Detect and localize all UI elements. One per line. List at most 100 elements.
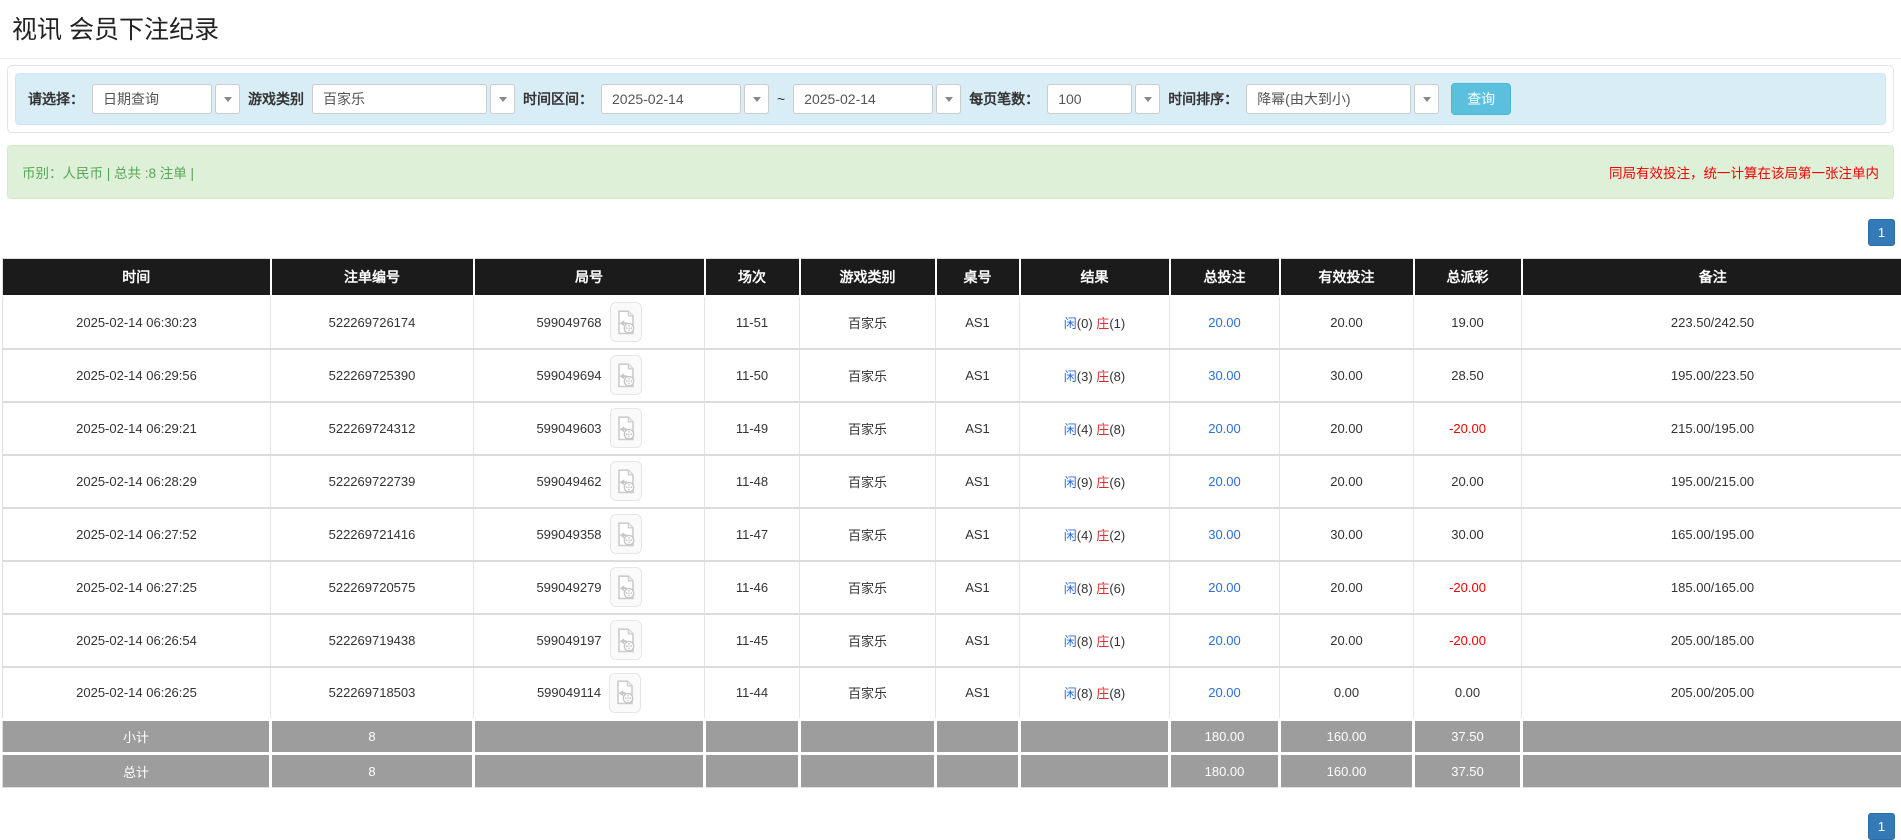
video-record-icon xyxy=(617,521,634,546)
total-bet-link[interactable]: 20.00 xyxy=(1208,685,1241,700)
cell-table-no: AS1 xyxy=(935,454,1020,509)
game-type-value[interactable]: 百家乐 xyxy=(312,84,487,114)
cell-session: 11-46 xyxy=(704,560,800,615)
video-record-button[interactable] xyxy=(609,461,642,501)
page-1-button[interactable]: 1 xyxy=(1868,219,1895,246)
date-to-dropdown-button[interactable] xyxy=(936,84,962,114)
chevron-down-icon xyxy=(498,96,507,102)
cell-remark: 215.00/195.00 xyxy=(1521,401,1901,456)
video-record-icon xyxy=(617,309,634,334)
cell-game-type: 百家乐 xyxy=(799,560,936,615)
subtotal-row: 小计 8 180.00 160.00 37.50 xyxy=(2,718,1901,754)
page-size-value[interactable]: 100 xyxy=(1047,84,1133,114)
result-player-label: 闲 xyxy=(1063,580,1077,596)
round-no-wrap: 599049114 xyxy=(474,672,704,713)
video-record-button[interactable] xyxy=(609,302,642,342)
result-banker-label: 庄 xyxy=(1096,580,1110,596)
video-record-button[interactable] xyxy=(609,672,642,713)
payout-value: 30.00 xyxy=(1451,526,1484,542)
result-player-label: 闲 xyxy=(1063,368,1077,384)
cell-time: 2025-02-14 06:27:25 xyxy=(2,560,271,615)
table-row: 2025-02-14 06:29:21 522269724312 599049603… xyxy=(2,401,1901,456)
date-to-value[interactable]: 2025-02-14 xyxy=(793,84,934,114)
page-size-dropdown-button[interactable] xyxy=(1135,84,1161,114)
time-sort-dropdown-button[interactable] xyxy=(1414,84,1440,114)
pagination-top: 1 xyxy=(6,219,1895,246)
total-bet-link[interactable]: 20.00 xyxy=(1208,474,1241,489)
total-bet-link[interactable]: 20.00 xyxy=(1208,315,1241,330)
total-bet-link[interactable]: 30.00 xyxy=(1208,527,1241,542)
result-banker-label: 庄 xyxy=(1096,686,1110,702)
cell-table-no: AS1 xyxy=(935,295,1020,350)
cell-table-no: AS1 xyxy=(935,560,1020,615)
col-header-round-no: 局号 xyxy=(472,258,705,297)
cell-session: 11-51 xyxy=(704,295,800,350)
total-bet-link[interactable]: 20.00 xyxy=(1208,421,1241,436)
cell-total-bet: 20.00 xyxy=(1169,666,1280,721)
filter-bar: 请选择： 日期查询 游戏类别 百家乐 时间区间： 2025-02-14 ~ 20… xyxy=(15,73,1886,125)
cell-game-type: 百家乐 xyxy=(799,613,936,668)
table-row: 2025-02-14 06:26:54 522269719438 599049197… xyxy=(2,613,1901,668)
cell-table-no: AS1 xyxy=(935,348,1020,403)
cell-result: 闲(4) 庄(2) xyxy=(1019,507,1170,562)
game-type-select[interactable]: 百家乐 xyxy=(312,84,515,114)
video-record-button[interactable] xyxy=(609,408,642,448)
total-bet-link[interactable]: 30.00 xyxy=(1208,368,1241,383)
chevron-down-icon xyxy=(223,96,232,102)
cell-table-no: AS1 xyxy=(935,401,1020,456)
time-sort-value[interactable]: 降幂(由大到小) xyxy=(1246,84,1412,114)
video-record-button[interactable] xyxy=(609,620,642,660)
subtotal-remark xyxy=(1520,718,1901,754)
video-record-button[interactable] xyxy=(609,567,642,607)
cell-game-type: 百家乐 xyxy=(799,507,936,562)
cell-session: 11-47 xyxy=(704,507,800,562)
cell-remark: 205.00/205.00 xyxy=(1521,666,1901,721)
result-banker-label: 庄 xyxy=(1096,315,1110,331)
search-button[interactable]: 查询 xyxy=(1451,83,1512,115)
subtotal-session xyxy=(703,718,800,754)
query-type-dropdown-button[interactable] xyxy=(215,84,240,114)
total-round-no xyxy=(472,752,705,788)
date-from-value[interactable]: 2025-02-14 xyxy=(601,84,741,114)
round-no-wrap: 599049694 xyxy=(474,355,704,395)
result-player-value: (3) xyxy=(1076,368,1097,384)
cell-total-payout: 28.50 xyxy=(1413,348,1522,403)
result-banker-value: (8) xyxy=(1109,421,1126,437)
col-header-remark: 备注 xyxy=(1520,258,1901,297)
total-bet-link[interactable]: 20.00 xyxy=(1208,633,1241,648)
cell-time: 2025-02-14 06:26:25 xyxy=(2,666,271,721)
subtotal-game-type xyxy=(798,718,936,754)
date-to-select[interactable]: 2025-02-14 xyxy=(793,84,962,114)
cell-table-no: AS1 xyxy=(935,507,1020,562)
result-banker-label: 庄 xyxy=(1096,368,1110,384)
result-player-label: 闲 xyxy=(1063,474,1077,490)
page-1-button[interactable]: 1 xyxy=(1868,813,1895,840)
total-bet-link[interactable]: 20.00 xyxy=(1208,580,1241,595)
page-size-select[interactable]: 100 xyxy=(1047,84,1161,114)
game-type-dropdown-button[interactable] xyxy=(490,84,515,114)
video-record-button[interactable] xyxy=(609,514,642,554)
cell-session: 11-48 xyxy=(704,454,800,509)
payout-value: -20.00 xyxy=(1449,632,1486,648)
table-row: 2025-02-14 06:29:56 522269725390 599049694… xyxy=(2,348,1901,403)
query-type-value[interactable]: 日期查询 xyxy=(92,84,212,114)
cell-remark: 223.50/242.50 xyxy=(1521,295,1901,350)
col-header-bet-no: 注单编号 xyxy=(269,258,474,297)
cell-valid-bet: 0.00 xyxy=(1279,666,1414,721)
payout-value: -20.00 xyxy=(1449,579,1486,595)
time-sort-select[interactable]: 降幂(由大到小) xyxy=(1246,84,1440,114)
total-time: 总计 xyxy=(2,752,271,788)
result-player-label: 闲 xyxy=(1063,527,1077,543)
subtotal-total-payout: 37.50 xyxy=(1412,718,1522,754)
cell-round-no: 599049197 xyxy=(473,613,705,668)
game-type-label: 游戏类别 xyxy=(248,91,304,107)
round-no-wrap: 599049462 xyxy=(474,461,704,501)
cell-remark: 195.00/215.00 xyxy=(1521,454,1901,509)
query-type-select[interactable]: 日期查询 xyxy=(92,84,240,114)
date-from-select[interactable]: 2025-02-14 xyxy=(601,84,769,114)
date-from-dropdown-button[interactable] xyxy=(744,84,769,114)
total-remark xyxy=(1520,752,1901,788)
page-size-label: 每页笔数： xyxy=(969,91,1040,107)
video-record-button[interactable] xyxy=(609,355,642,395)
col-header-total-payout: 总派彩 xyxy=(1412,258,1522,297)
